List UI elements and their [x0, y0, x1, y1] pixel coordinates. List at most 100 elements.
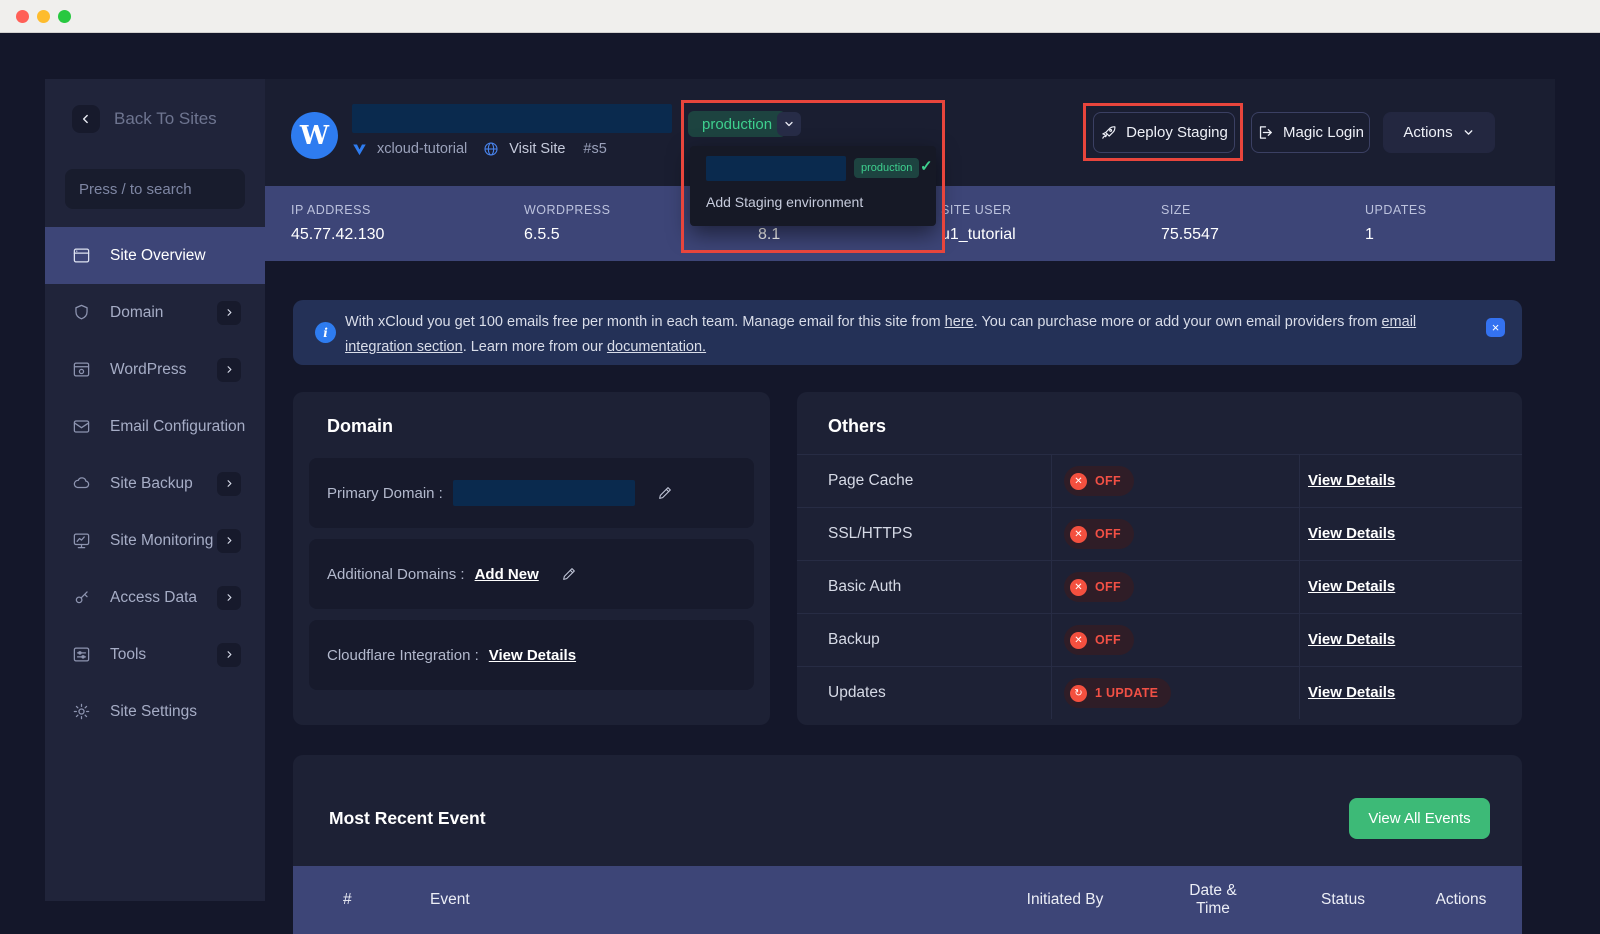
status-badge-off: ✕OFF: [1064, 572, 1134, 602]
deploy-staging-button[interactable]: Deploy Staging: [1093, 112, 1235, 153]
sidebar-item-site-monitoring[interactable]: Site Monitoring: [45, 512, 265, 569]
chevron-right-icon[interactable]: [217, 472, 241, 496]
x-circle-icon: ✕: [1070, 579, 1087, 596]
documentation-link[interactable]: documentation.: [607, 339, 706, 355]
app-background: Back To Sites Site Overview Domain WordP…: [0, 33, 1600, 901]
email-info-banner: i With xCloud you get 100 emails free pe…: [293, 300, 1522, 365]
redacted-environment-name[interactable]: [706, 156, 846, 181]
sidebar-item-label: Email Configuration: [110, 418, 245, 436]
environment-chevron-button[interactable]: [777, 112, 801, 136]
view-details-link[interactable]: View Details: [1308, 525, 1395, 542]
chevron-right-icon[interactable]: [217, 358, 241, 382]
close-window-button[interactable]: [16, 10, 29, 23]
sidebar-item-tools[interactable]: Tools: [45, 626, 265, 683]
others-panel: Others Page Cache ✕OFF View Details SSL/…: [797, 392, 1522, 725]
sidebar-item-label: Domain: [110, 304, 163, 322]
x-circle-icon: ✕: [1070, 526, 1087, 543]
sidebar-item-site-settings[interactable]: Site Settings: [45, 683, 265, 740]
sidebar-item-label: Site Settings: [110, 703, 197, 721]
domain-panel-title: Domain: [327, 416, 393, 437]
edit-pencil-icon[interactable]: [657, 485, 673, 501]
tools-icon: [72, 645, 92, 664]
refresh-circle-icon: ↻: [1070, 685, 1087, 702]
column-actions: Actions: [1416, 866, 1506, 934]
view-details-link[interactable]: View Details: [1308, 578, 1395, 595]
add-new-link[interactable]: Add New: [475, 566, 539, 583]
sidebar-item-label: Site Monitoring: [110, 532, 213, 550]
search-input[interactable]: [79, 181, 278, 198]
server-name-label: xcloud-tutorial: [377, 141, 467, 157]
check-icon: ✓: [920, 157, 933, 175]
key-icon: [72, 588, 92, 607]
rocket-icon: [1100, 124, 1117, 141]
stat-site-user: SITE USER u1_tutorial: [941, 186, 1161, 261]
sidebar-search[interactable]: [65, 169, 245, 209]
domain-panel: Domain Primary Domain : Additional Domai…: [293, 392, 770, 725]
cloudflare-label: Cloudflare Integration :: [327, 647, 479, 664]
recent-events-panel: Most Recent Event View All Events # Even…: [293, 755, 1522, 934]
status-badge-update: ↻1 UPDATE: [1064, 678, 1171, 708]
window-titlebar: [0, 0, 1600, 33]
dropdown-production-badge: production: [854, 158, 919, 178]
wordpress-icon: [72, 360, 92, 379]
server-tag: #s5: [583, 141, 606, 157]
redacted-primary-domain: [453, 480, 635, 506]
column-status: Status: [1298, 866, 1388, 934]
actions-button[interactable]: Actions: [1383, 112, 1495, 153]
banner-close-button[interactable]: ×: [1486, 318, 1505, 337]
gear-icon: [72, 702, 92, 721]
sidebar-item-domain[interactable]: Domain: [45, 284, 265, 341]
events-table-header: # Event Initiated By Date & Time Status …: [293, 866, 1522, 934]
chevron-right-icon[interactable]: [217, 586, 241, 610]
envelope-icon: [72, 417, 92, 436]
view-details-link[interactable]: View Details: [1308, 631, 1395, 648]
additional-domains-label: Additional Domains :: [327, 566, 465, 583]
back-chevron-icon[interactable]: [72, 105, 100, 133]
cloudflare-integration-row: Cloudflare Integration : View Details: [309, 620, 754, 690]
column-number: #: [343, 866, 352, 934]
others-row-page-cache: Page Cache ✕OFF View Details: [797, 454, 1522, 507]
sidebar-item-label: Site Backup: [110, 475, 193, 493]
additional-domains-row: Additional Domains : Add New: [309, 539, 754, 609]
primary-domain-row: Primary Domain :: [309, 458, 754, 528]
here-link[interactable]: here: [945, 314, 974, 330]
sidebar-item-wordpress[interactable]: WordPress: [45, 341, 265, 398]
view-details-link[interactable]: View Details: [1308, 472, 1395, 489]
column-date-time: Date & Time: [1181, 866, 1245, 934]
zoom-window-button[interactable]: [58, 10, 71, 23]
magic-login-button[interactable]: Magic Login: [1251, 112, 1370, 153]
sidebar-item-site-backup[interactable]: Site Backup: [45, 455, 265, 512]
chevron-right-icon[interactable]: [217, 529, 241, 553]
sidebar: Back To Sites Site Overview Domain WordP…: [45, 79, 265, 901]
chevron-right-icon[interactable]: [217, 301, 241, 325]
sidebar-nav: Site Overview Domain WordPress Email Con…: [45, 227, 265, 740]
x-circle-icon: ✕: [1070, 473, 1087, 490]
environment-badge[interactable]: production: [688, 111, 786, 137]
cloud-icon: [72, 474, 92, 493]
actions-label: Actions: [1403, 124, 1452, 141]
vultr-provider-icon: [352, 142, 367, 157]
edit-pencil-icon[interactable]: [561, 566, 577, 582]
chevron-right-icon[interactable]: [217, 643, 241, 667]
primary-domain-label: Primary Domain :: [327, 485, 443, 502]
stat-size: SIZE 75.5547: [1161, 186, 1365, 261]
view-all-events-button[interactable]: View All Events: [1349, 798, 1490, 839]
add-staging-environment-option[interactable]: Add Staging environment: [706, 194, 863, 210]
banner-text: With xCloud you get 100 emails free per …: [345, 310, 1450, 360]
stat-ip-address: IP ADDRESS 45.77.42.130: [291, 186, 524, 261]
sidebar-item-access-data[interactable]: Access Data: [45, 569, 265, 626]
view-details-link[interactable]: View Details: [1308, 684, 1395, 701]
sidebar-item-site-overview[interactable]: Site Overview: [45, 227, 265, 284]
sidebar-item-email-configuration[interactable]: Email Configuration: [45, 398, 265, 455]
back-to-sites[interactable]: Back To Sites: [45, 79, 265, 133]
magic-login-label: Magic Login: [1283, 124, 1364, 141]
sidebar-item-label: WordPress: [110, 361, 186, 379]
sidebar-item-label: Access Data: [110, 589, 197, 607]
sidebar-item-label: Tools: [110, 646, 146, 664]
window-icon: [72, 246, 92, 265]
back-to-sites-label: Back To Sites: [114, 109, 217, 129]
visit-site-link[interactable]: Visit Site: [509, 141, 565, 157]
minimize-window-button[interactable]: [37, 10, 50, 23]
globe-icon: [483, 141, 499, 157]
cloudflare-view-details-link[interactable]: View Details: [489, 647, 576, 664]
